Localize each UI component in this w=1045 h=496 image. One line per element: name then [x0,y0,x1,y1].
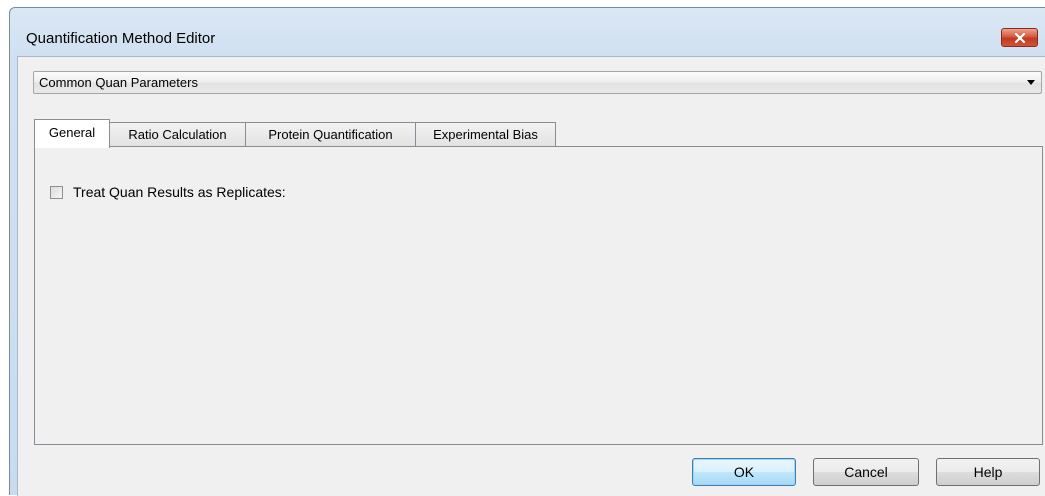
treat-replicates-checkbox[interactable] [50,185,63,199]
title-bar[interactable]: Quantification Method Editor [10,8,1045,52]
help-button[interactable]: Help [936,458,1040,486]
treat-replicates-label[interactable]: Treat Quan Results as Replicates: [73,184,286,200]
quantification-method-editor-dialog: Quantification Method Editor Common Quan… [9,7,1045,496]
close-button[interactable] [1001,28,1038,47]
chevron-down-icon[interactable] [1027,80,1035,85]
tab-experimental-bias[interactable]: Experimental Bias [415,122,556,146]
parameter-group-dropdown[interactable]: Common Quan Parameters [33,71,1042,94]
dialog-client-area: Common Quan Parameters General Ratio Cal… [17,56,1045,496]
tab-ratio-calculation[interactable]: Ratio Calculation [109,122,246,146]
window-title: Quantification Method Editor [26,30,216,47]
dropdown-selected-value: Common Quan Parameters [39,75,198,90]
cancel-button[interactable]: Cancel [813,458,919,486]
close-icon [1014,32,1026,43]
ok-button[interactable]: OK [692,458,796,486]
tab-protein-quantification[interactable]: Protein Quantification [245,122,416,146]
treat-replicates-option[interactable]: Treat Quan Results as Replicates: [50,184,286,200]
tab-general[interactable]: General [34,119,110,148]
general-tab-panel: Treat Quan Results as Replicates: [34,146,1043,445]
